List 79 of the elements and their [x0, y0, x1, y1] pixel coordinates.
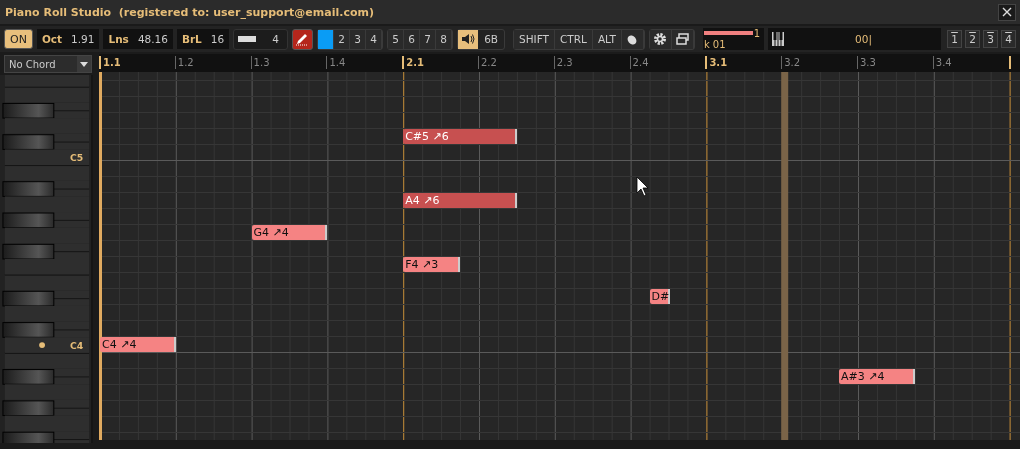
note[interactable]: A#3 ↗4 [839, 369, 915, 384]
caret-icon [80, 61, 88, 67]
note[interactable]: C4 ↗4 [100, 337, 176, 352]
chord-dropdown[interactable]: No Chord [4, 55, 92, 73]
note[interactable]: A4 ↗6 [403, 193, 517, 208]
field-value: 1.91 [71, 33, 95, 45]
preset-button[interactable]: 4 [1001, 30, 1016, 48]
close-icon [1002, 7, 1012, 17]
bar-icon [238, 36, 257, 42]
close-button[interactable] [998, 3, 1016, 21]
value-field[interactable]: Oct 1.91 [36, 29, 100, 49]
natural-key[interactable] [4, 149, 90, 166]
meter-count: 1 [753, 28, 761, 39]
ruler-mark: 3.4 [932, 56, 952, 69]
ruler-mark: 1.4 [326, 56, 346, 69]
sharp-key[interactable] [2, 102, 90, 119]
note[interactable]: C#5 ↗6 [403, 129, 517, 144]
ruler-mark: 2.3 [553, 56, 573, 69]
field-label: BrL [181, 33, 202, 45]
ruler-mark: 3.2 [781, 56, 801, 69]
note[interactable]: G4 ↗4 [251, 225, 328, 240]
sharp-key[interactable] [2, 290, 90, 307]
value-field[interactable]: BrL 16 [176, 29, 230, 49]
zoom-control[interactable]: 4 [233, 28, 288, 50]
value-field[interactable]: Lns 48.16 [103, 29, 173, 49]
ruler-mark: 3.3 [857, 56, 876, 69]
pencil-button[interactable] [291, 28, 314, 50]
window-title: Piano Roll Studio (registered to: user_support@email.com) [5, 5, 374, 19]
window-icon [675, 33, 689, 45]
playhead[interactable] [781, 72, 789, 440]
preset-button[interactable]: 2 [965, 30, 980, 48]
channel-tab[interactable]: 5 [388, 29, 405, 49]
note[interactable]: D# [649, 289, 670, 304]
modifier-button[interactable]: SHIFT [514, 29, 555, 49]
pencil-icon [295, 32, 310, 46]
zoom-value: 4 [272, 33, 279, 45]
channel-tab[interactable] [318, 29, 335, 49]
key-label: C4 [69, 340, 84, 351]
ruler-mark: 2.1 [402, 56, 424, 69]
power-toggle[interactable]: ON [4, 29, 33, 49]
modifier-button[interactable]: ALT [592, 29, 622, 49]
note-grid[interactable]: C#5 ↗6 A4 ↗6 G4 ↗4 F4 ↗3 D# C4 ↗4 A#3 ↗4 [99, 72, 1020, 440]
ruler-mark: 1.2 [174, 56, 194, 69]
sharp-key[interactable] [2, 431, 90, 443]
end-marker [1009, 56, 1011, 69]
field-label: Oct [41, 33, 63, 45]
sharp-key[interactable] [2, 212, 90, 229]
ruler-mark: 1.3 [250, 56, 270, 69]
preset-button[interactable]: 1 [947, 30, 962, 48]
settings-button[interactable] [649, 29, 672, 49]
modifier-button[interactable]: CTRL [554, 29, 593, 49]
ruler-mark: 1.1 [99, 56, 121, 69]
channel-tab[interactable]: 2 [334, 29, 351, 49]
note-input-field[interactable]: 00| [768, 28, 941, 50]
field-label: Lns [108, 33, 129, 45]
channel-tab[interactable]: 4 [366, 29, 383, 49]
ruler-mark: 2.2 [478, 56, 497, 69]
field-value: 16 [210, 33, 225, 45]
mouse-button[interactable] [621, 29, 644, 49]
channel-tab[interactable]: 8 [436, 29, 453, 49]
speaker-icon [461, 33, 476, 45]
ruler-mark: 2.4 [629, 56, 649, 69]
channel-tab[interactable]: 7 [420, 29, 437, 49]
settings-icon [653, 32, 668, 46]
ruler-mark: 3.1 [705, 56, 728, 69]
window-button[interactable] [671, 29, 694, 49]
natural-key[interactable] [4, 337, 90, 353]
channel-tab[interactable]: 3 [350, 29, 367, 49]
sound-value: 6B [484, 33, 499, 45]
channel-tab[interactable]: 6 [404, 29, 421, 49]
note[interactable]: F4 ↗3 [403, 257, 461, 272]
speaker-toggle[interactable] [458, 29, 479, 49]
preset-button[interactable]: 3 [983, 30, 998, 48]
field-value: 48.16 [137, 33, 168, 45]
meter-name: k 01 [703, 39, 726, 50]
sharp-key[interactable] [2, 243, 90, 260]
piano-icon [772, 32, 785, 46]
cursor-icon [636, 176, 649, 197]
key-label: C5 [69, 152, 84, 164]
